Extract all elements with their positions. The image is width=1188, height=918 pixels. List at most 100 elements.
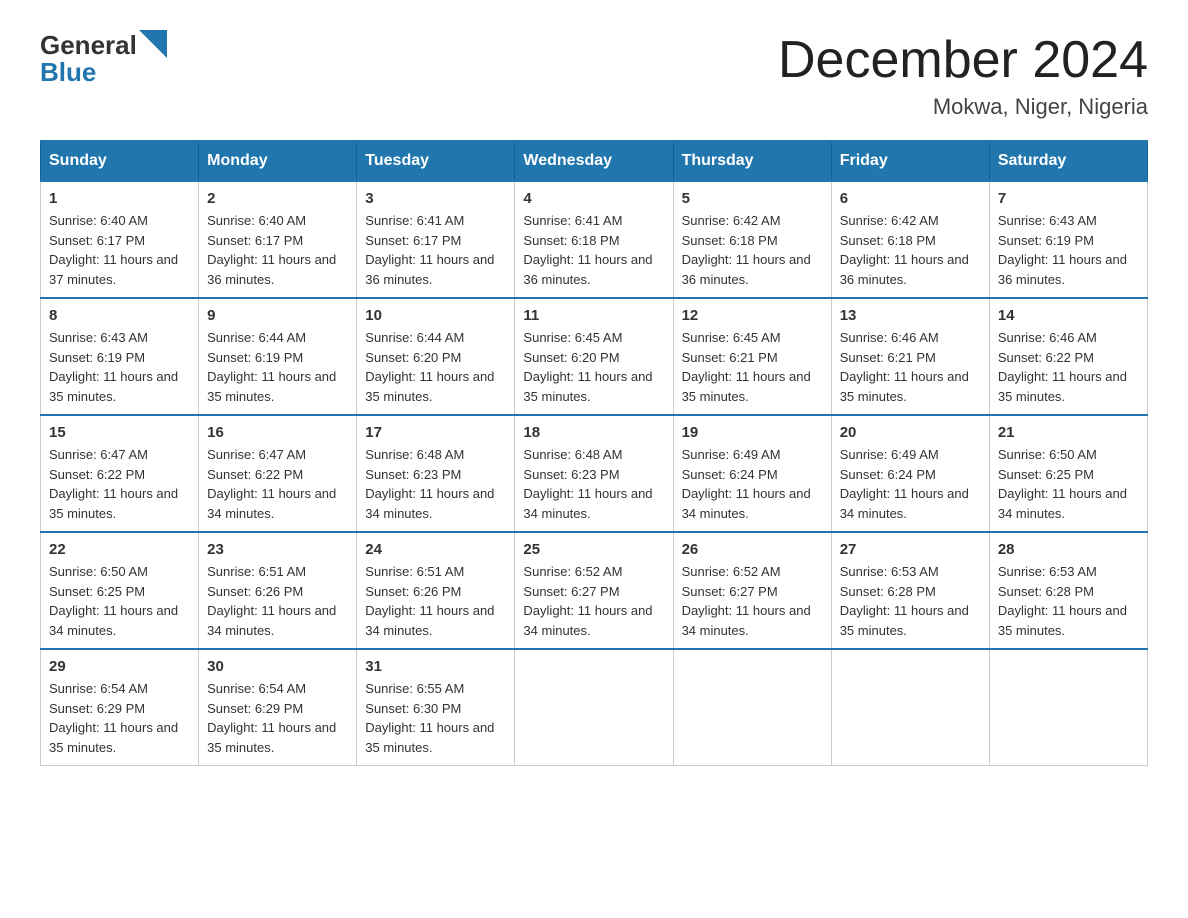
calendar-cell: 16Sunrise: 6:47 AMSunset: 6:22 PMDayligh… — [199, 415, 357, 532]
calendar-cell: 19 Sunrise: 6:49 AMSunset: 6:24 PMDayligh… — [673, 415, 831, 532]
calendar-header: SundayMondayTuesdayWednesdayThursdayFrid… — [41, 141, 1148, 181]
day-number: 27 — [840, 541, 981, 558]
day-info: Sunrise: 6:44 AMSunset: 6:20 PMDaylight:… — [365, 328, 506, 406]
day-number: 24 — [365, 541, 506, 558]
day-info: Sunrise: 6:45 AMSunset: 6:21 PMDaylight:… — [682, 328, 823, 406]
day-number: 13 — [840, 307, 981, 324]
day-number: 28 — [998, 541, 1139, 558]
calendar-cell: 6 Sunrise: 6:42 AMSunset: 6:18 PMDaylight… — [831, 181, 989, 298]
calendar-week-row: 22 Sunrise: 6:50 AMSunset: 6:25 PMDayligh… — [41, 532, 1148, 649]
calendar-week-row: 8 Sunrise: 6:43 AMSunset: 6:19 PMDaylight… — [41, 298, 1148, 415]
calendar-cell: 21 Sunrise: 6:50 AMSunset: 6:25 PMDayligh… — [989, 415, 1147, 532]
calendar-cell: 25Sunrise: 6:52 AMSunset: 6:27 PMDayligh… — [515, 532, 673, 649]
calendar-cell: 2 Sunrise: 6:40 AMSunset: 6:17 PMDaylight… — [199, 181, 357, 298]
day-info: Sunrise: 6:46 AMSunset: 6:22 PMDaylight:… — [998, 328, 1139, 406]
calendar-cell — [831, 649, 989, 766]
day-number: 22 — [49, 541, 190, 558]
day-info: Sunrise: 6:49 AMSunset: 6:24 PMDaylight:… — [840, 445, 981, 523]
weekday-header-saturday: Saturday — [989, 141, 1147, 181]
calendar-week-row: 1 Sunrise: 6:40 AMSunset: 6:17 PMDaylight… — [41, 181, 1148, 298]
day-number: 6 — [840, 190, 981, 207]
logo: General Blue — [40, 30, 169, 88]
calendar-cell: 10 Sunrise: 6:44 AMSunset: 6:20 PMDayligh… — [357, 298, 515, 415]
calendar-cell: 28 Sunrise: 6:53 AMSunset: 6:28 PMDayligh… — [989, 532, 1147, 649]
day-number: 7 — [998, 190, 1139, 207]
weekday-header-thursday: Thursday — [673, 141, 831, 181]
day-info: Sunrise: 6:42 AMSunset: 6:18 PMDaylight:… — [682, 211, 823, 289]
day-info: Sunrise: 6:47 AMSunset: 6:22 PMDaylight:… — [207, 445, 348, 523]
day-number: 11 — [523, 307, 664, 324]
day-number: 8 — [49, 307, 190, 324]
day-info: Sunrise: 6:41 AMSunset: 6:17 PMDaylight:… — [365, 211, 506, 289]
calendar-cell: 23 Sunrise: 6:51 AMSunset: 6:26 PMDayligh… — [199, 532, 357, 649]
day-info: Sunrise: 6:51 AMSunset: 6:26 PMDaylight:… — [207, 562, 348, 640]
day-number: 25 — [523, 541, 664, 558]
calendar-cell: 14 Sunrise: 6:46 AMSunset: 6:22 PMDayligh… — [989, 298, 1147, 415]
logo-arrow-icon — [139, 30, 169, 60]
day-number: 9 — [207, 307, 348, 324]
day-info: Sunrise: 6:47 AMSunset: 6:22 PMDaylight:… — [49, 445, 190, 523]
day-info: Sunrise: 6:50 AMSunset: 6:25 PMDaylight:… — [998, 445, 1139, 523]
day-number: 5 — [682, 190, 823, 207]
location-subtitle: Mokwa, Niger, Nigeria — [778, 94, 1148, 120]
day-info: Sunrise: 6:40 AMSunset: 6:17 PMDaylight:… — [207, 211, 348, 289]
day-info: Sunrise: 6:42 AMSunset: 6:18 PMDaylight:… — [840, 211, 981, 289]
day-number: 12 — [682, 307, 823, 324]
day-number: 30 — [207, 658, 348, 675]
day-info: Sunrise: 6:53 AMSunset: 6:28 PMDaylight:… — [840, 562, 981, 640]
weekday-header-wednesday: Wednesday — [515, 141, 673, 181]
day-number: 2 — [207, 190, 348, 207]
calendar-cell: 22 Sunrise: 6:50 AMSunset: 6:25 PMDayligh… — [41, 532, 199, 649]
day-number: 23 — [207, 541, 348, 558]
day-number: 14 — [998, 307, 1139, 324]
day-number: 29 — [49, 658, 190, 675]
weekday-header-tuesday: Tuesday — [357, 141, 515, 181]
day-number: 17 — [365, 424, 506, 441]
calendar-cell: 8 Sunrise: 6:43 AMSunset: 6:19 PMDaylight… — [41, 298, 199, 415]
day-number: 21 — [998, 424, 1139, 441]
day-info: Sunrise: 6:48 AMSunset: 6:23 PMDaylight:… — [365, 445, 506, 523]
day-info: Sunrise: 6:46 AMSunset: 6:21 PMDaylight:… — [840, 328, 981, 406]
day-info: Sunrise: 6:54 AMSunset: 6:29 PMDaylight:… — [207, 679, 348, 757]
day-number: 26 — [682, 541, 823, 558]
day-number: 4 — [523, 190, 664, 207]
day-number: 18 — [523, 424, 664, 441]
calendar-week-row: 15Sunrise: 6:47 AMSunset: 6:22 PMDayligh… — [41, 415, 1148, 532]
day-info: Sunrise: 6:55 AMSunset: 6:30 PMDaylight:… — [365, 679, 506, 757]
calendar-cell: 18Sunrise: 6:48 AMSunset: 6:23 PMDayligh… — [515, 415, 673, 532]
calendar-cell: 17 Sunrise: 6:48 AMSunset: 6:23 PMDayligh… — [357, 415, 515, 532]
page-header: General Blue December 2024 Mokwa, Niger,… — [40, 30, 1148, 120]
calendar-cell: 7Sunrise: 6:43 AMSunset: 6:19 PMDaylight… — [989, 181, 1147, 298]
calendar-cell — [673, 649, 831, 766]
calendar-cell: 1Sunrise: 6:40 AMSunset: 6:17 PMDaylight… — [41, 181, 199, 298]
month-title: December 2024 — [778, 30, 1148, 90]
day-info: Sunrise: 6:43 AMSunset: 6:19 PMDaylight:… — [49, 328, 190, 406]
day-info: Sunrise: 6:52 AMSunset: 6:27 PMDaylight:… — [682, 562, 823, 640]
calendar-cell: 27 Sunrise: 6:53 AMSunset: 6:28 PMDayligh… — [831, 532, 989, 649]
calendar-cell: 12 Sunrise: 6:45 AMSunset: 6:21 PMDayligh… — [673, 298, 831, 415]
calendar-cell: 3Sunrise: 6:41 AMSunset: 6:17 PMDaylight… — [357, 181, 515, 298]
calendar-cell: 15Sunrise: 6:47 AMSunset: 6:22 PMDayligh… — [41, 415, 199, 532]
calendar-cell — [515, 649, 673, 766]
calendar-cell: 31 Sunrise: 6:55 AMSunset: 6:30 PMDayligh… — [357, 649, 515, 766]
day-info: Sunrise: 6:53 AMSunset: 6:28 PMDaylight:… — [998, 562, 1139, 640]
calendar-cell: 29Sunrise: 6:54 AMSunset: 6:29 PMDayligh… — [41, 649, 199, 766]
day-number: 19 — [682, 424, 823, 441]
day-info: Sunrise: 6:50 AMSunset: 6:25 PMDaylight:… — [49, 562, 190, 640]
calendar-cell: 5 Sunrise: 6:42 AMSunset: 6:18 PMDaylight… — [673, 181, 831, 298]
calendar-cell: 11Sunrise: 6:45 AMSunset: 6:20 PMDayligh… — [515, 298, 673, 415]
calendar-week-row: 29 Sunrise: 6:54 AMSunset: 6:29 PMDayligh… — [41, 649, 1148, 766]
day-number: 1 — [49, 190, 190, 207]
calendar-cell: 26 Sunrise: 6:52 AMSunset: 6:27 PMDayligh… — [673, 532, 831, 649]
day-info: Sunrise: 6:49 AMSunset: 6:24 PMDaylight:… — [682, 445, 823, 523]
calendar-table: SundayMondayTuesdayWednesdayThursdayFrid… — [40, 140, 1148, 766]
day-number: 10 — [365, 307, 506, 324]
calendar-body: 1 Sunrise: 6:40 AMSunset: 6:17 PMDaylight… — [41, 181, 1148, 766]
calendar-cell: 4Sunrise: 6:41 AMSunset: 6:18 PMDaylight… — [515, 181, 673, 298]
day-number: 20 — [840, 424, 981, 441]
day-number: 31 — [365, 658, 506, 675]
calendar-cell: 30 Sunrise: 6:54 AMSunset: 6:29 PMDayligh… — [199, 649, 357, 766]
calendar-cell: 24Sunrise: 6:51 AMSunset: 6:26 PMDayligh… — [357, 532, 515, 649]
day-info: Sunrise: 6:44 AMSunset: 6:19 PMDaylight:… — [207, 328, 348, 406]
weekday-header-sunday: Sunday — [41, 141, 199, 181]
